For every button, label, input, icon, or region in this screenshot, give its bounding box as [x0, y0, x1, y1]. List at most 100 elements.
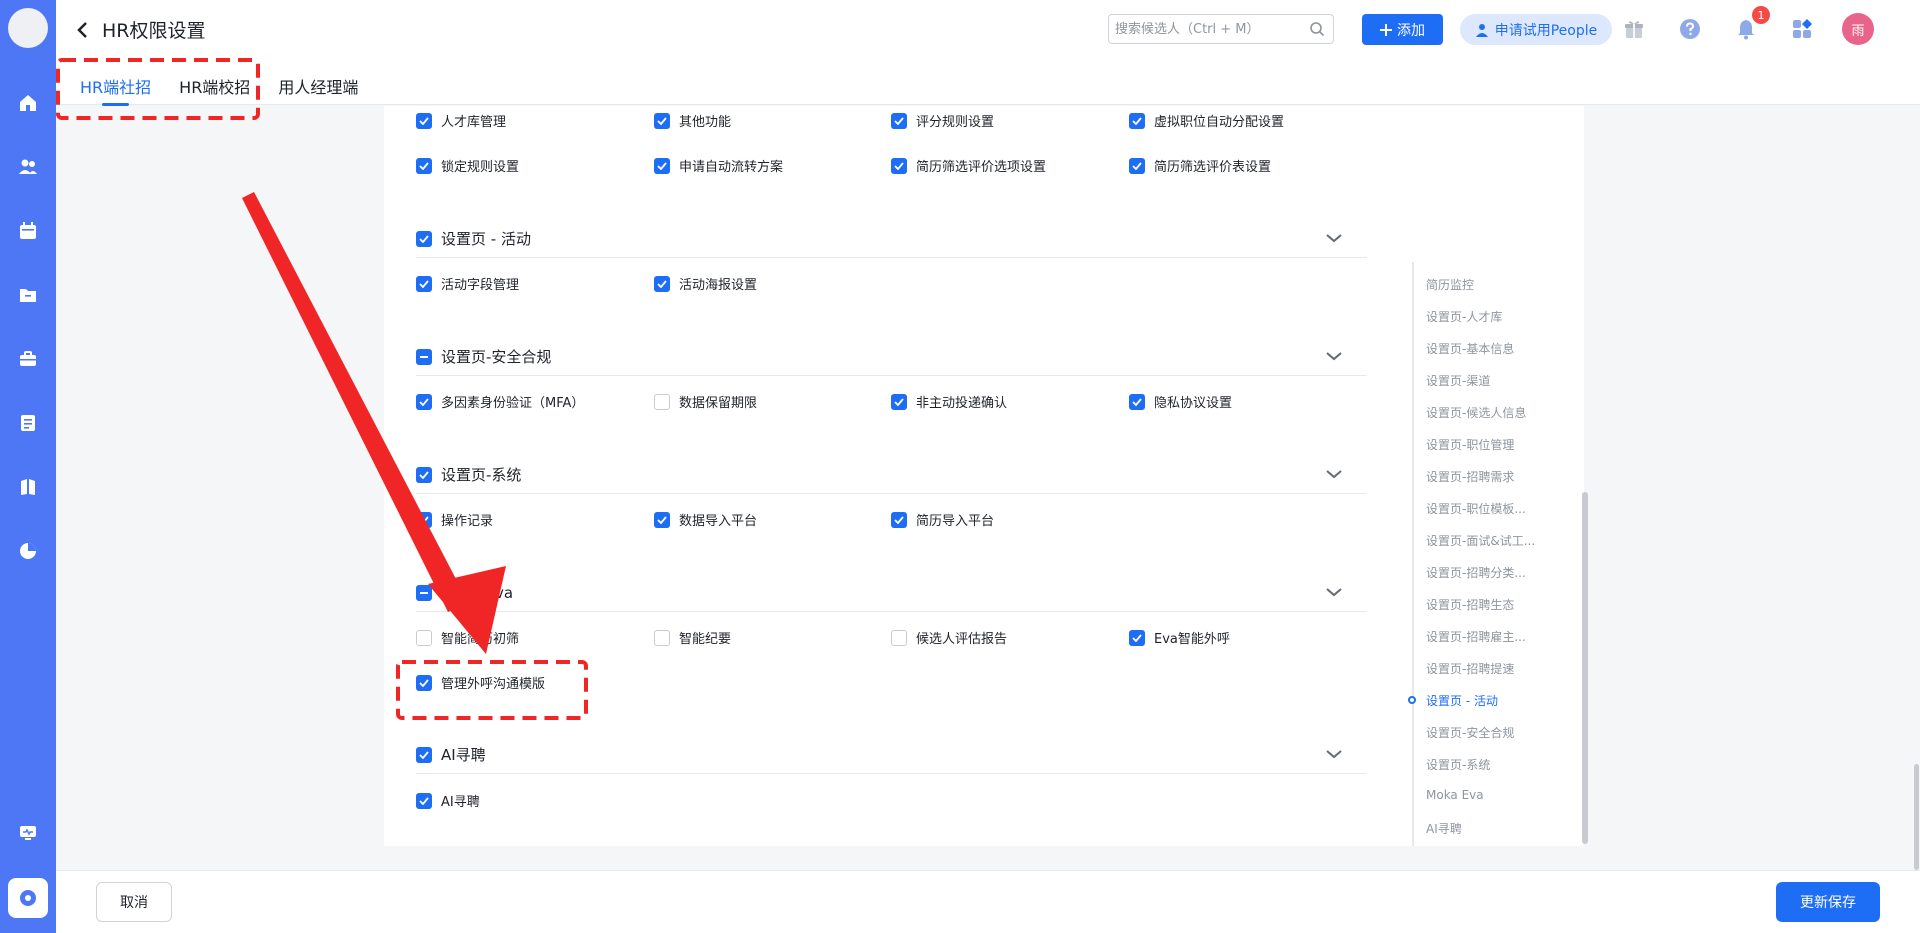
- anchor-item[interactable]: 设置页-招聘提速: [1426, 660, 1514, 677]
- section-header-eva[interactable]: Moka Eva: [416, 574, 1367, 612]
- section-header-security[interactable]: 设置页-安全合规: [416, 338, 1367, 376]
- checkbox[interactable]: [891, 157, 907, 174]
- tab-hiring-manager[interactable]: 用人经理端: [278, 74, 358, 106]
- panel-scrollbar[interactable]: [1582, 492, 1588, 844]
- checkbox[interactable]: [1129, 629, 1145, 646]
- save-button[interactable]: 更新保存: [1776, 882, 1880, 922]
- chevron-down-icon[interactable]: [1325, 748, 1343, 760]
- checkbox[interactable]: [891, 112, 907, 129]
- section-checkbox[interactable]: [416, 466, 432, 483]
- document-icon[interactable]: [17, 412, 39, 434]
- section-checkbox[interactable]: [416, 230, 432, 247]
- checkbox[interactable]: [654, 275, 670, 292]
- perm-item[interactable]: 简历筛选评价表设置: [1129, 156, 1271, 175]
- anchor-item[interactable]: 设置页-候选人信息: [1426, 404, 1526, 421]
- chevron-down-icon[interactable]: [1325, 586, 1343, 598]
- perm-item[interactable]: 管理外呼沟通模版: [416, 673, 545, 692]
- anchor-item[interactable]: 设置页-招聘需求: [1426, 468, 1514, 485]
- checkbox[interactable]: [654, 393, 670, 410]
- perm-item[interactable]: 简历筛选评价选项设置: [891, 156, 1046, 175]
- briefcase-icon[interactable]: [17, 348, 39, 370]
- perm-item[interactable]: 多因素身份验证（MFA）: [416, 392, 584, 411]
- checkbox[interactable]: [416, 275, 432, 292]
- checkbox[interactable]: [416, 511, 432, 528]
- anchor-item[interactable]: 设置页-面试&试工...: [1426, 532, 1535, 549]
- anchor-item[interactable]: 设置页-基本信息: [1426, 340, 1514, 357]
- users-icon[interactable]: [17, 156, 39, 178]
- perm-item[interactable]: 数据保留期限: [654, 392, 757, 411]
- anchor-item[interactable]: 设置页-招聘雇主...: [1426, 628, 1526, 645]
- section-checkbox[interactable]: [416, 348, 432, 365]
- chevron-down-icon[interactable]: [1325, 232, 1343, 244]
- add-button[interactable]: 添加: [1362, 14, 1443, 45]
- section-header-system[interactable]: 设置页-系统: [416, 456, 1367, 494]
- perm-item[interactable]: Eva智能外呼: [1129, 628, 1230, 647]
- help-icon[interactable]: [1678, 17, 1702, 41]
- perm-item[interactable]: 简历导入平台: [891, 510, 994, 529]
- perm-item[interactable]: 评分规则设置: [891, 111, 994, 130]
- section-header-ai[interactable]: AI寻聘: [416, 736, 1367, 774]
- checkbox[interactable]: [1129, 157, 1145, 174]
- anchor-item[interactable]: 设置页-招聘生态: [1426, 596, 1514, 613]
- checkbox[interactable]: [891, 393, 907, 410]
- checkbox[interactable]: [416, 629, 432, 646]
- checkbox[interactable]: [1129, 393, 1145, 410]
- gift-icon[interactable]: [1622, 17, 1646, 41]
- checkbox[interactable]: [1129, 112, 1145, 129]
- chart-pie-icon[interactable]: [17, 540, 39, 562]
- tab-hr-campus[interactable]: HR端校招: [179, 74, 250, 106]
- checkbox[interactable]: [416, 157, 432, 174]
- perm-item[interactable]: 活动海报设置: [654, 274, 757, 293]
- perm-item[interactable]: 智能简历初筛: [416, 628, 519, 647]
- checkbox[interactable]: [416, 393, 432, 410]
- section-header-activity[interactable]: 设置页 - 活动: [416, 220, 1367, 258]
- checkbox[interactable]: [416, 792, 432, 809]
- perm-item[interactable]: 人才库管理: [416, 111, 506, 130]
- calendar-icon[interactable]: [17, 220, 39, 242]
- monitor-icon[interactable]: [17, 822, 39, 844]
- search-input[interactable]: [1109, 15, 1299, 43]
- perm-item[interactable]: 锁定规则设置: [416, 156, 519, 175]
- apps-grid-icon[interactable]: [1790, 17, 1814, 41]
- checkbox[interactable]: [891, 629, 907, 646]
- anchor-item-active[interactable]: 设置页 - 活动: [1426, 692, 1498, 709]
- section-checkbox[interactable]: [416, 746, 432, 763]
- search-icon[interactable]: [1309, 21, 1325, 37]
- chevron-down-icon[interactable]: [1325, 350, 1343, 362]
- perm-item[interactable]: 候选人评估报告: [891, 628, 1007, 647]
- avatar[interactable]: 雨: [1842, 13, 1874, 45]
- anchor-item[interactable]: 简历监控: [1426, 276, 1474, 293]
- checkbox[interactable]: [654, 157, 670, 174]
- perm-item[interactable]: 虚拟职位自动分配设置: [1129, 111, 1284, 130]
- checkbox[interactable]: [416, 674, 432, 691]
- section-checkbox[interactable]: [416, 584, 432, 601]
- home-icon[interactable]: [17, 92, 39, 114]
- perm-item[interactable]: AI寻聘: [416, 791, 480, 810]
- cancel-button[interactable]: 取消: [96, 882, 172, 922]
- anchor-item[interactable]: 设置页-系统: [1426, 756, 1490, 773]
- tab-hr-social[interactable]: HR端社招: [80, 74, 151, 106]
- perm-item[interactable]: 智能纪要: [654, 628, 731, 647]
- perm-item[interactable]: 隐私协议设置: [1129, 392, 1232, 411]
- checkbox[interactable]: [654, 112, 670, 129]
- checkbox[interactable]: [654, 511, 670, 528]
- anchor-item[interactable]: AI寻聘: [1426, 820, 1462, 837]
- checkbox[interactable]: [891, 511, 907, 528]
- perm-item[interactable]: 数据导入平台: [654, 510, 757, 529]
- anchor-item[interactable]: Moka Eva: [1426, 788, 1484, 802]
- anchor-item[interactable]: 设置页-招聘分类...: [1426, 564, 1526, 581]
- anchor-item[interactable]: 设置页-职位管理: [1426, 436, 1514, 453]
- back-button[interactable]: [76, 18, 94, 42]
- perm-item[interactable]: 非主动投递确认: [891, 392, 1007, 411]
- anchor-item[interactable]: 设置页-职位模板...: [1426, 500, 1526, 517]
- perm-item[interactable]: 活动字段管理: [416, 274, 519, 293]
- perm-item[interactable]: 其他功能: [654, 111, 731, 130]
- anchor-item[interactable]: 设置页-人才库: [1426, 308, 1502, 325]
- page-scrollbar[interactable]: [1914, 764, 1919, 870]
- checkbox[interactable]: [416, 112, 432, 129]
- checkbox[interactable]: [654, 629, 670, 646]
- settings-button[interactable]: [8, 878, 48, 918]
- chevron-down-icon[interactable]: [1325, 468, 1343, 480]
- trial-people-button[interactable]: 申请试用People: [1460, 14, 1612, 45]
- logo[interactable]: [8, 8, 48, 48]
